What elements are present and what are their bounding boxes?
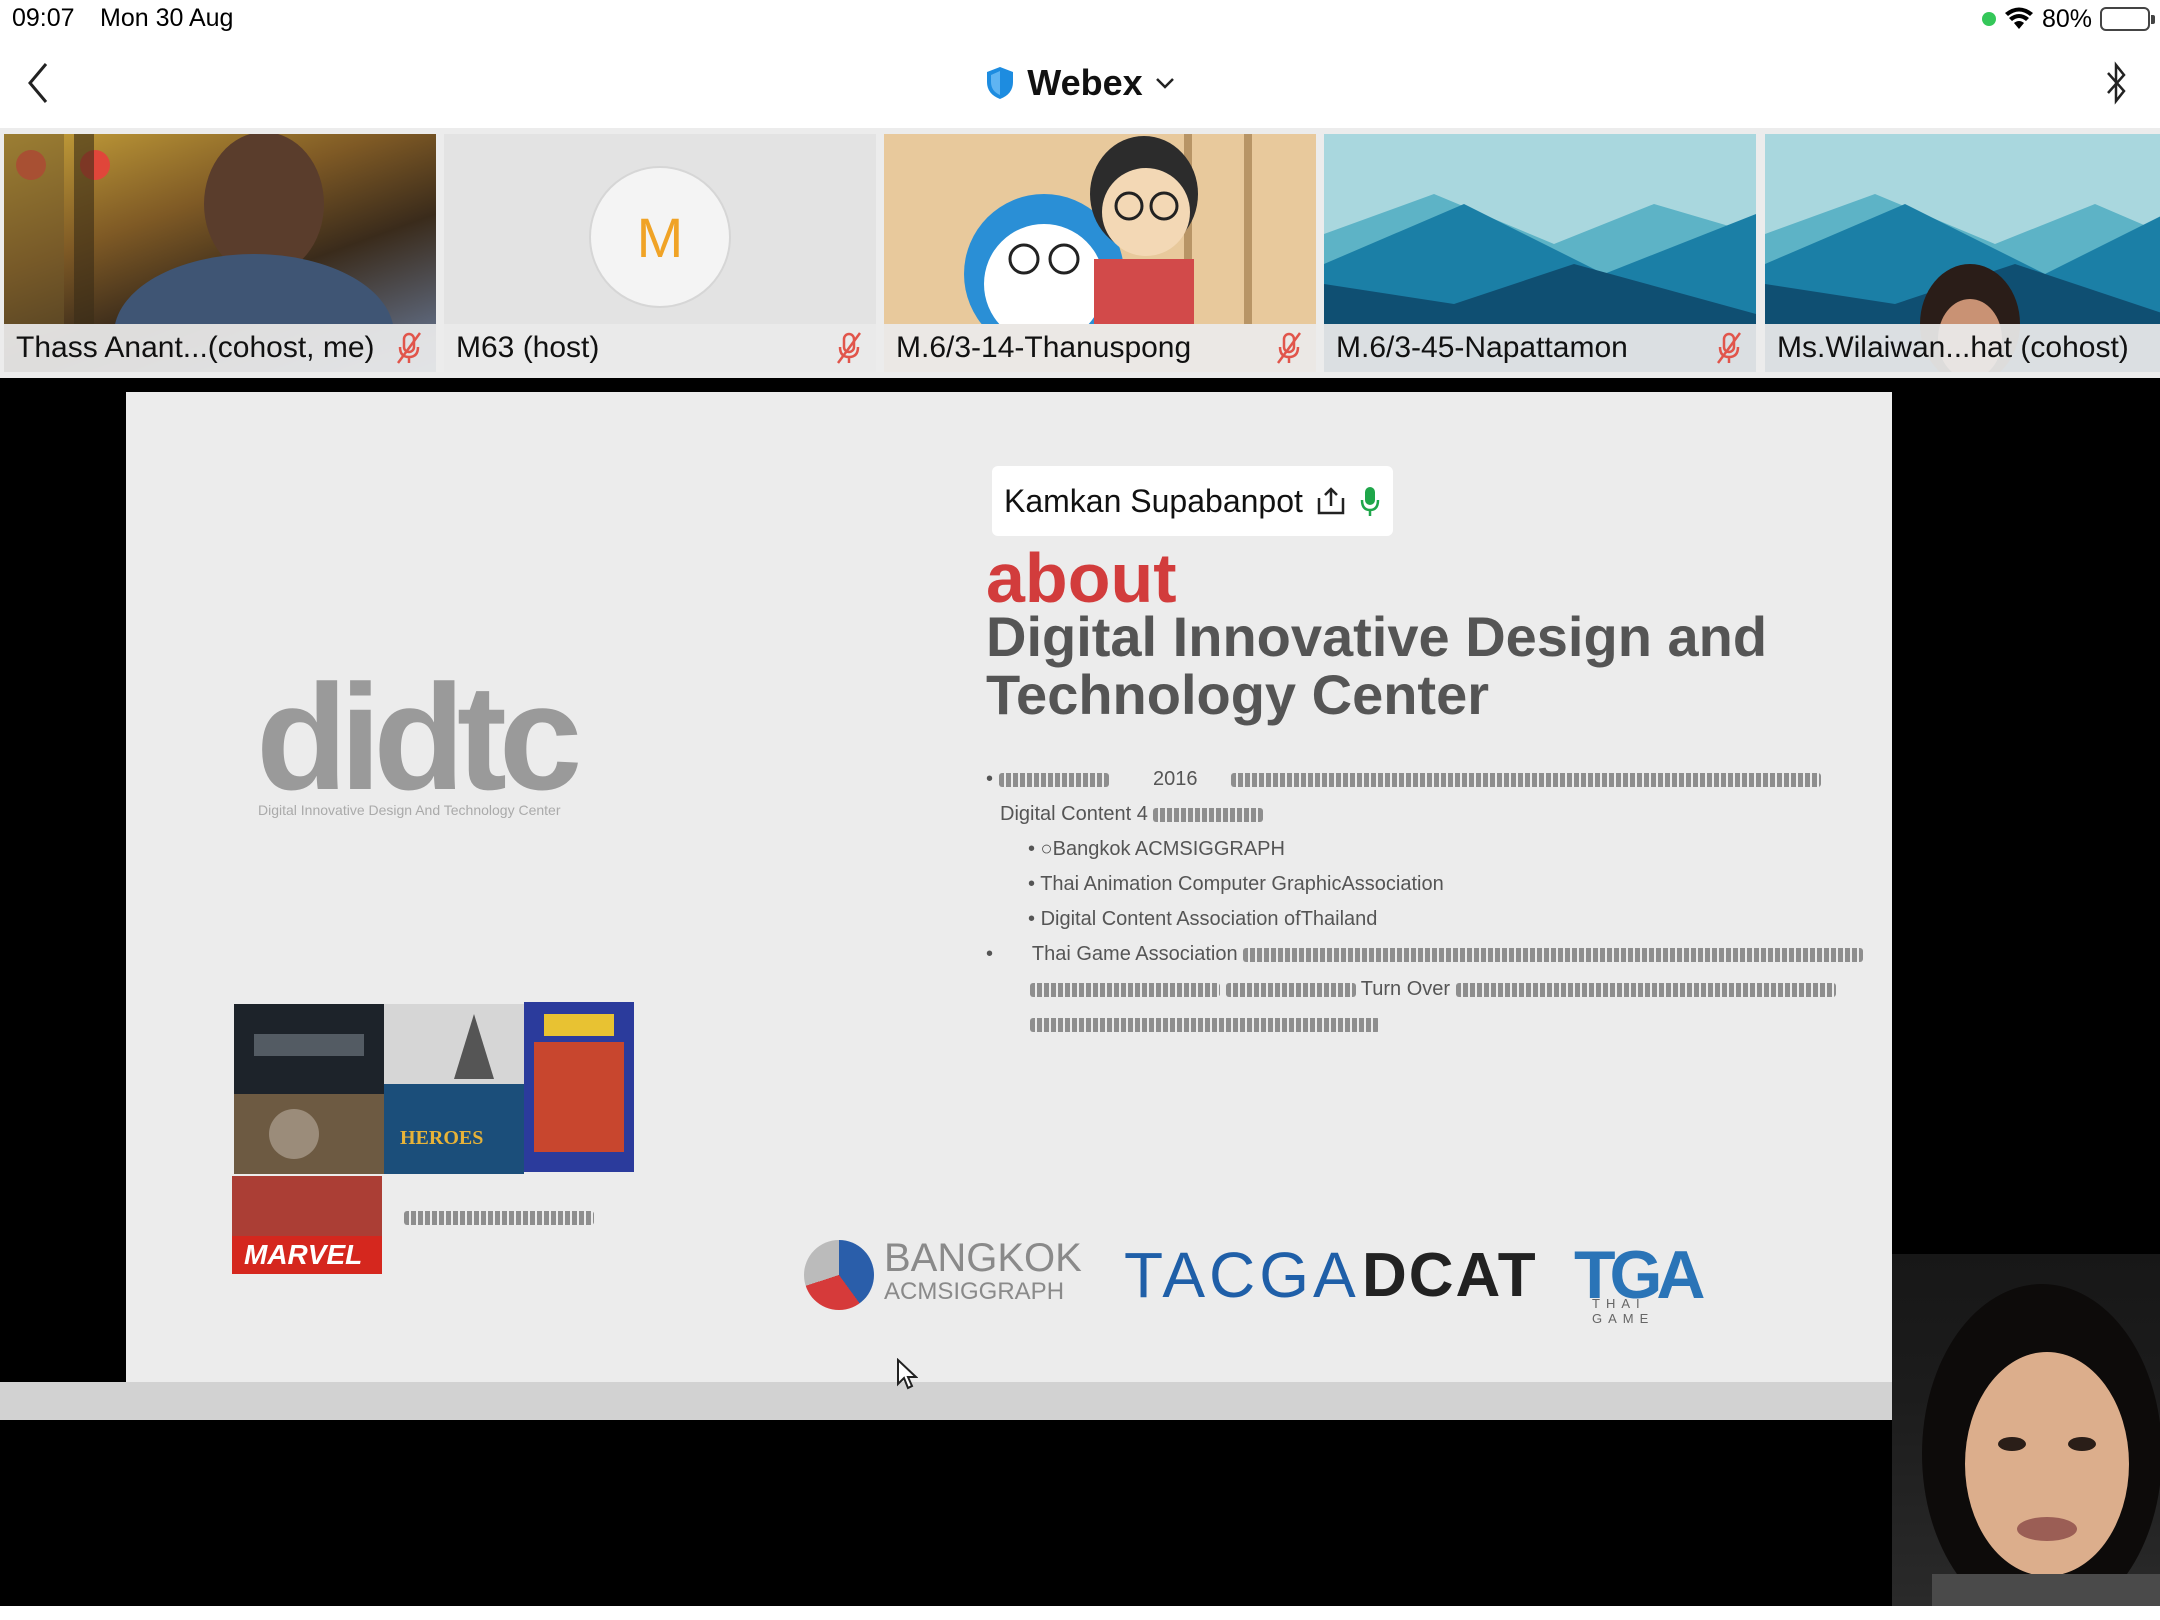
webex-meeting-screen: 09:07 Mon 30 Aug 80% Webex Thass Anant..… [0, 0, 2160, 1620]
status-indicators: 80% [1981, 2, 2155, 36]
didtc-logo-text: didtc [256, 653, 582, 821]
slide-title-line2: Technology Center [986, 663, 1490, 726]
participant-video [884, 134, 1316, 324]
dcat-logo: DCAT [1362, 1240, 1538, 1310]
participant-label: Thass Anant...(cohost, me) [4, 324, 436, 372]
self-video-feed [1922, 1284, 2160, 1606]
assoc-1: Bangkok ACMSIGGRAPH [1052, 838, 1285, 860]
participant-label: M63 (host) [444, 324, 876, 372]
collage-image: MARVEL [232, 1176, 382, 1274]
svg-text:HEROES: HEROES [400, 1127, 483, 1149]
works-collage: HEROES MARVEL [232, 1002, 644, 1274]
collage-image: HEROES [384, 1084, 524, 1174]
bullet-line: Turn Over [986, 972, 1866, 1007]
participant-video [4, 134, 393, 324]
turnover-text: Turn Over [1360, 978, 1451, 1000]
bullet-line: • Thai Game Association [986, 937, 1866, 972]
mouse-pointer-icon [897, 1358, 918, 1390]
collage-image [524, 1002, 634, 1172]
bullet-sub: • Thai Animation Computer GraphicAssocia… [1028, 873, 1444, 895]
slide-bullets: • 2016 Digital Content 4 • ○Bangkok ACMS… [986, 762, 1866, 1042]
participant-tile[interactable]: M.6/3-14-Thanuspong [884, 134, 1316, 372]
mic-muted-icon [396, 332, 422, 364]
bangkok-logo-mark [804, 1240, 874, 1310]
status-time: 09:07 [12, 4, 75, 32]
status-date: Mon 30 Aug [100, 4, 234, 32]
mic-muted-icon [836, 332, 862, 364]
home-indicator-bar [0, 1606, 2160, 1620]
didtc-logo-subtitle: Digital Innovative Design And Technology… [258, 802, 561, 818]
active-speaker-badge: Kamkan Supabanpot [992, 466, 1393, 536]
participant-tile[interactable]: M.6/3-45-Napattamon [1324, 134, 1756, 372]
bullet-line: Digital Content 4 [986, 797, 1866, 832]
participant-strip[interactable]: Thass Anant...(cohost, me) M M63 (host) [0, 128, 2160, 378]
camera-in-use-dot [1981, 12, 1996, 26]
svg-text:MARVEL: MARVEL [244, 1239, 362, 1270]
share-screen-icon [1317, 487, 1345, 515]
collage-image [234, 1004, 384, 1094]
self-view-video[interactable] [1892, 1254, 2160, 1606]
meeting-title-menu[interactable]: Webex [0, 58, 2160, 108]
mic-muted-icon [1276, 332, 1302, 364]
wifi-icon [2004, 7, 2033, 29]
bullet-sub: • ○Bangkok ACMSIGGRAPH [1028, 838, 1285, 860]
shared-content-area[interactable]: Kamkan Supabanpot about Digital Innovati… [0, 392, 2160, 1422]
participant-name: M.6/3-14-Thanuspong [896, 331, 1192, 364]
bullet-line [986, 1007, 1866, 1042]
participant-name: M63 (host) [456, 331, 600, 364]
bluetooth-icon [2107, 61, 2126, 105]
bullet-line: • 2016 [986, 762, 1866, 797]
participant-name: Ms.Wilaiwan...hat (cohost) [1777, 331, 2129, 364]
collage-caption [404, 1207, 594, 1228]
bullet-sub: • Digital Content Association ofThailand [1028, 908, 1378, 930]
bluetooth-button[interactable] [2096, 58, 2136, 108]
chevron-down-icon [1155, 78, 1174, 89]
slide-title: Digital Innovative Design and Technology… [986, 608, 1767, 724]
mic-muted-icon [1716, 332, 1742, 364]
bkk-text: BANGKOK [884, 1236, 1082, 1280]
collage-image [234, 1094, 384, 1174]
slide-bottom-bar [0, 1382, 1910, 1420]
shield-icon [987, 67, 1014, 99]
participant-label: M.6/3-45-Napattamon [1324, 324, 1756, 372]
tga-logo: TGA THAI GAME [1574, 1230, 1706, 1326]
bangkok-acmsiggraph-logo: BANGKOK ACMSIGGRAPH [804, 1230, 1082, 1320]
app-title: Webex [1027, 62, 1143, 103]
assoc-2: Thai Animation Computer GraphicAssociati… [1040, 873, 1444, 895]
collage-image [384, 1004, 524, 1084]
participant-name: Thass Anant...(cohost, me) [16, 331, 375, 364]
participant-label: Ms.Wilaiwan...hat (cohost) [1765, 324, 2160, 372]
didtc-logo: didtc Digital Innovative Design And Tech… [256, 662, 596, 862]
mic-active-icon [1360, 487, 1380, 516]
participant-tile[interactable]: M M63 (host) [444, 134, 876, 372]
bkk-sub: ACMSIGGRAPH [884, 1278, 1065, 1305]
battery-icon [2100, 7, 2155, 31]
participant-tile[interactable]: Thass Anant...(cohost, me) [4, 134, 436, 372]
top-bar: 09:07 Mon 30 Aug 80% Webex [0, 0, 2160, 128]
slide-title-line1: Digital Innovative Design and [986, 605, 1768, 668]
assoc-tga: Thai Game Association [1031, 943, 1238, 965]
tacga-logo: TACGA [1124, 1239, 1360, 1311]
assoc-3: Digital Content Association ofThailand [1040, 908, 1378, 930]
bullet-year: 2016 [1153, 768, 1198, 790]
tga-sub: THAI GAME [1592, 1296, 1655, 1326]
participant-tile[interactable]: Ms.Wilaiwan...hat (cohost) [1765, 134, 2160, 372]
avatar: M [589, 166, 731, 308]
battery-percent: 80% [2041, 4, 2092, 33]
presentation-slide: Kamkan Supabanpot about Digital Innovati… [126, 392, 1892, 1382]
participant-name: M.6/3-45-Napattamon [1336, 331, 1628, 364]
bullet-dc4: Digital Content 4 [1000, 803, 1148, 825]
partner-logos: BANGKOK ACMSIGGRAPH TACGA DCAT TGA THAI G… [804, 1230, 1892, 1326]
presenter-name: Kamkan Supabanpot [1004, 482, 1303, 519]
participant-label: M.6/3-14-Thanuspong [884, 324, 1316, 372]
